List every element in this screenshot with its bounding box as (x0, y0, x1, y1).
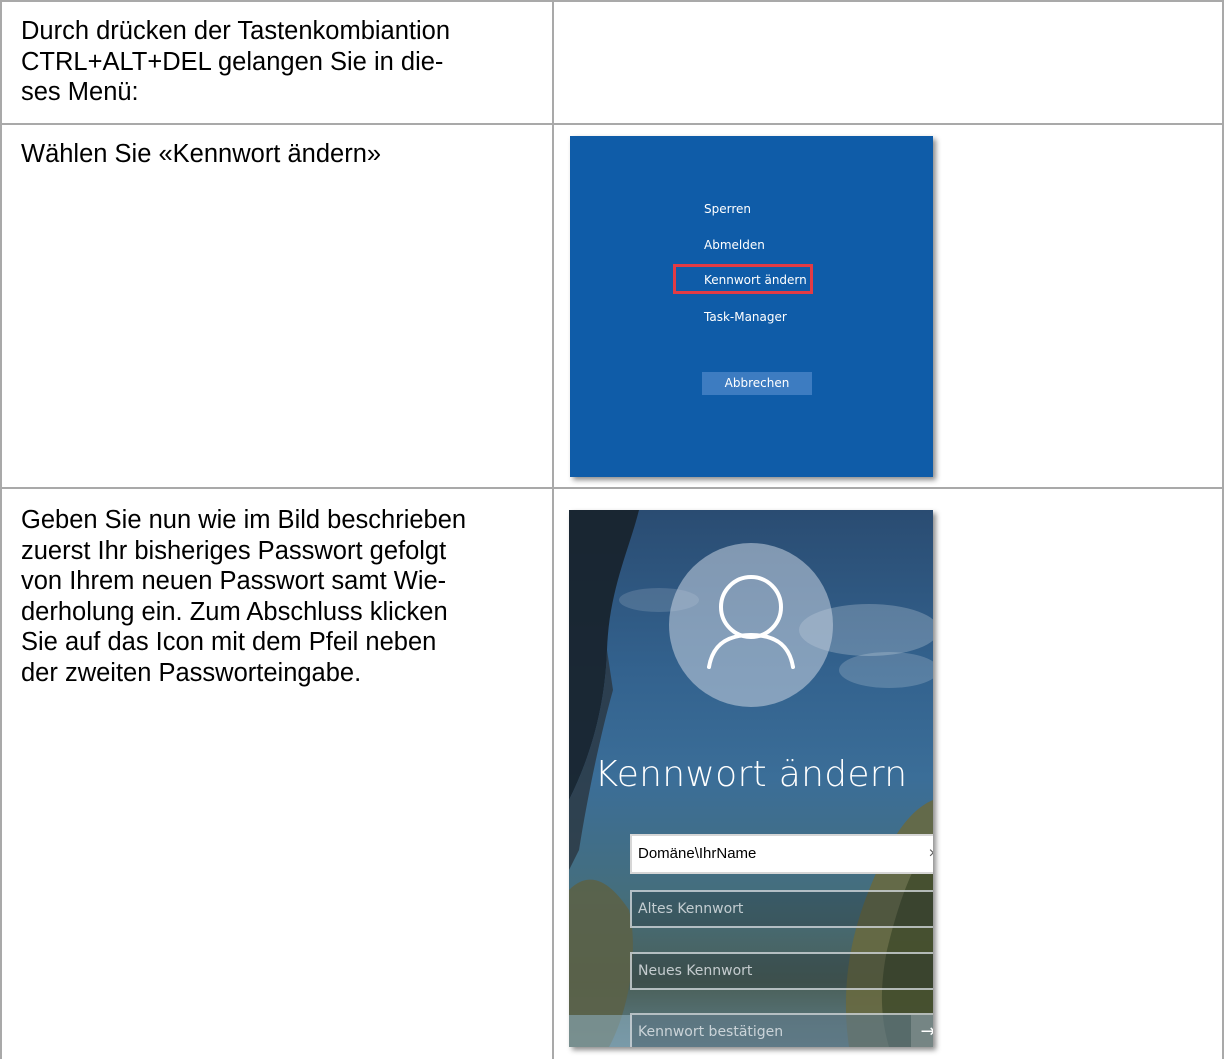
page-title: Kennwort ändern (594, 754, 908, 795)
confirm-password-placeholder: Kennwort bestätigen (638, 1024, 784, 1040)
row2-instruction: Wählen Sie «Kennwort ändern» (21, 139, 381, 170)
username-field[interactable]: Domäne\IhrName × (630, 834, 933, 874)
table-border-left (0, 0, 2, 1059)
column-divider (552, 0, 554, 1059)
new-password-field[interactable]: Neues Kennwort (630, 952, 933, 990)
row-divider-1 (0, 123, 1224, 125)
menu-item-task-manager[interactable]: Task-Manager (704, 309, 787, 325)
old-password-placeholder: Altes Kennwort (638, 901, 744, 917)
text-line: der zweiten Passworteingabe. (21, 658, 362, 687)
text-line: von Ihrem neuen Passwort samt Wie- (21, 567, 447, 595)
menu-item-sperren[interactable]: Sperren (704, 201, 751, 217)
change-password-screenshot: Kennwort ändern Domäne\IhrName × Altes K… (569, 510, 933, 1047)
row-divider-2 (0, 487, 1224, 489)
user-avatar-icon (707, 575, 795, 669)
menu-item-abmelden[interactable]: Abmelden (704, 237, 765, 253)
text-line: CTRL+ALT+DEL gelangen Sie in die- (21, 47, 444, 76)
text-line: Sie auf das Icon mit dem Pfeil neben (21, 628, 437, 656)
highlight-box (673, 264, 813, 294)
submit-arrow-icon[interactable]: → (911, 1015, 933, 1047)
new-password-placeholder: Neues Kennwort (638, 963, 753, 979)
text-line: derholung ein. Zum Abschluss klicken (21, 597, 448, 626)
text-line: Wählen Sie «Kennwort ändern» (21, 140, 382, 168)
text-line: zuerst Ihr bisheriges Passwort gefolgt (21, 536, 447, 565)
text-line: ses Menü: (21, 78, 139, 106)
confirm-password-field[interactable]: Kennwort bestätigen → (630, 1013, 933, 1047)
text-line: Durch drücken der Tastenkombiantion (21, 17, 451, 45)
clear-icon[interactable]: × (929, 836, 933, 872)
old-password-field[interactable]: Altes Kennwort (630, 890, 933, 928)
ctrl-alt-del-menu-screenshot: Sperren Abmelden Kennwort ändern Task-Ma… (570, 136, 933, 477)
text-line: Geben Sie nun wie im Bild beschrieben (21, 506, 467, 534)
cancel-button[interactable]: Abbrechen (702, 372, 812, 395)
instruction-table: Durch drücken der Tastenkombiantion CTRL… (0, 0, 1224, 1059)
table-border-top (0, 0, 1224, 2)
row1-instruction: Durch drücken der Tastenkombiantion CTRL… (21, 16, 450, 108)
username-value: Domäne\IhrName (638, 845, 757, 862)
row3-instruction: Geben Sie nun wie im Bild beschrieben zu… (21, 505, 466, 688)
